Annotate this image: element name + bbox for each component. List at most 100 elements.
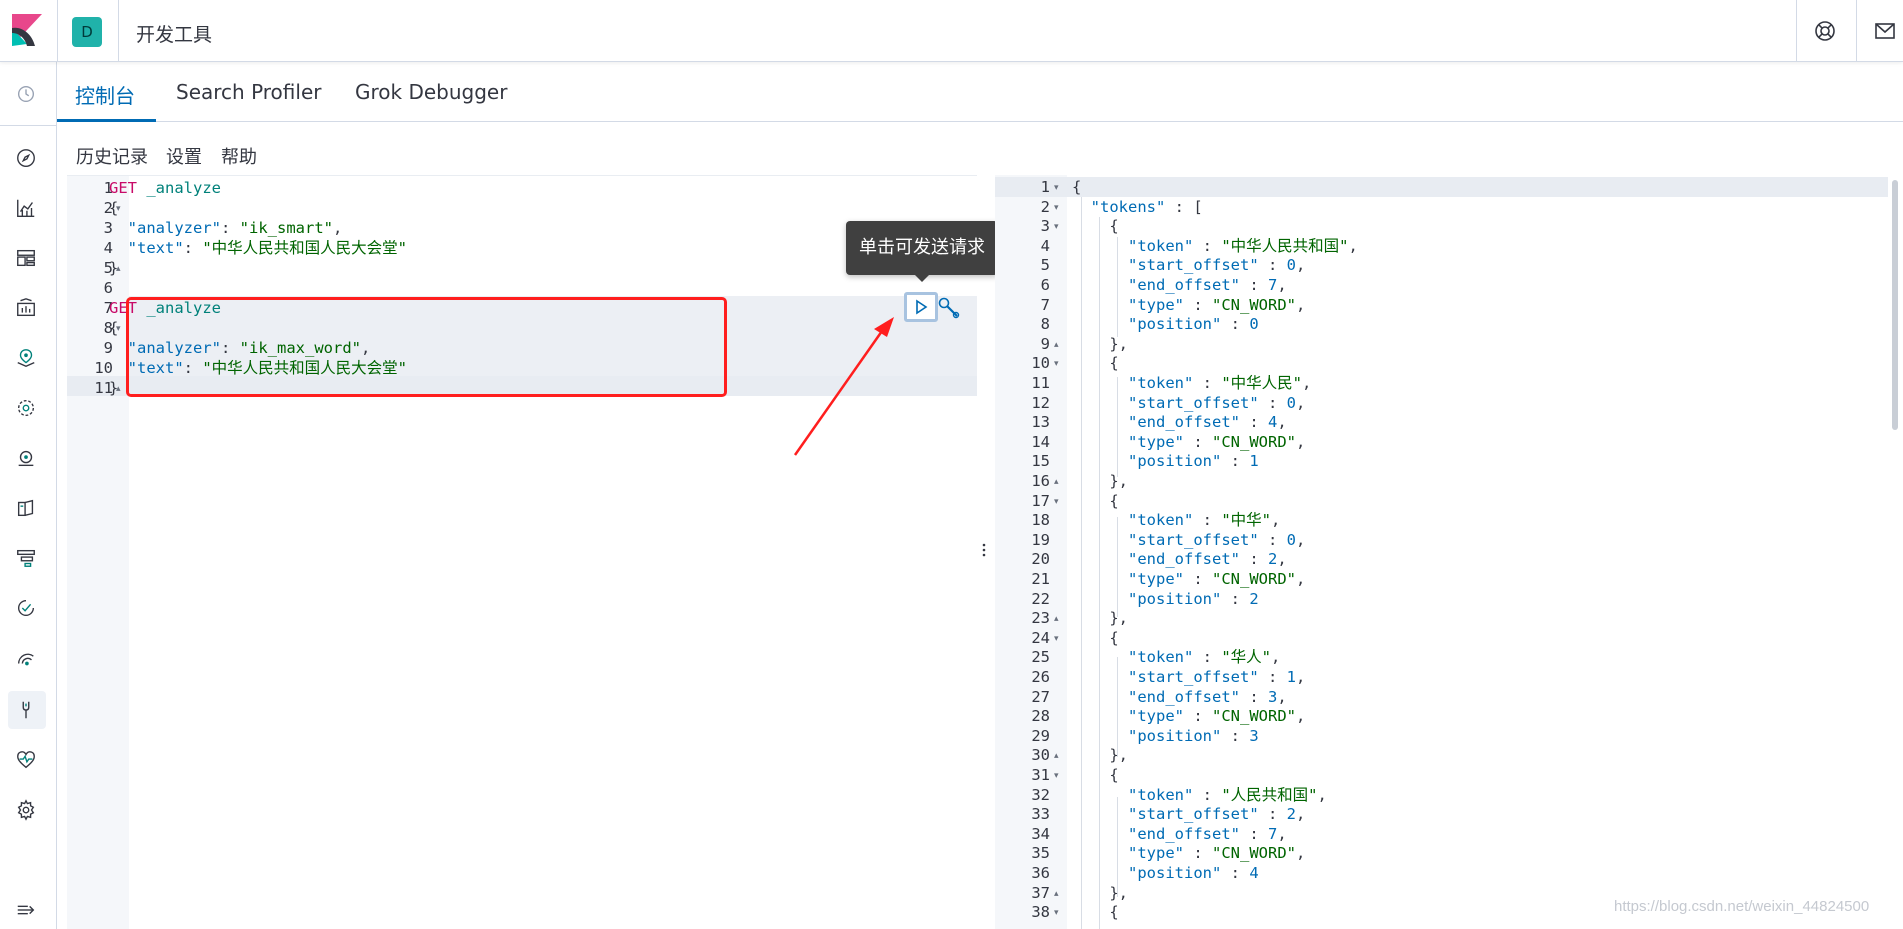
discover-compass-icon[interactable] bbox=[14, 146, 38, 170]
help-link[interactable]: 帮助 bbox=[221, 143, 257, 169]
code-token: : bbox=[1258, 256, 1287, 275]
fold-expanded-icon[interactable]: ▾ bbox=[1054, 216, 1064, 236]
code-token: , bbox=[1296, 432, 1306, 451]
code-token: : bbox=[1239, 687, 1268, 706]
collapse-menu-icon[interactable] bbox=[14, 898, 38, 922]
code-token: , bbox=[1317, 785, 1327, 804]
fold-expanded-icon[interactable]: ▾ bbox=[1054, 902, 1064, 922]
settings-link[interactable]: 设置 bbox=[166, 143, 202, 169]
code-line: "start_offset" : 0, bbox=[1072, 255, 1305, 275]
fold-collapse-end-icon[interactable]: ▴ bbox=[1054, 608, 1064, 628]
management-gear-icon[interactable] bbox=[14, 798, 38, 822]
send-request-button[interactable] bbox=[904, 292, 938, 322]
code-line: "token" : "人民共和国", bbox=[1072, 785, 1327, 805]
request-options-wrench-icon[interactable] bbox=[937, 296, 961, 320]
code-token: "position" bbox=[1128, 452, 1222, 471]
maps-icon[interactable] bbox=[14, 346, 38, 370]
line-number: 21 bbox=[1031, 570, 1050, 588]
space-avatar[interactable]: D bbox=[72, 17, 102, 47]
code-token: "人民共和国" bbox=[1221, 785, 1318, 804]
code-line: "end_offset" : 7, bbox=[1072, 275, 1287, 295]
fold-expanded-icon[interactable]: ▾ bbox=[1054, 177, 1064, 197]
history-link[interactable]: 历史记录 bbox=[76, 143, 148, 169]
fold-expanded-icon[interactable]: ▾ bbox=[1054, 353, 1064, 373]
logs-icon[interactable] bbox=[14, 496, 38, 520]
fold-expanded-icon[interactable]: ▾ bbox=[1054, 765, 1064, 785]
tab-search-profiler[interactable]: Search Profiler bbox=[176, 80, 321, 104]
top-header: D 开发工具 bbox=[0, 0, 1903, 62]
line-number: 35 bbox=[1031, 844, 1050, 863]
tab-grok-debugger[interactable]: Grok Debugger bbox=[355, 80, 507, 104]
code-token: , bbox=[1277, 824, 1287, 843]
line-number: 18 bbox=[1031, 511, 1050, 530]
breadcrumb-app-title: 开发工具 bbox=[136, 24, 213, 46]
canvas-icon[interactable] bbox=[14, 296, 38, 320]
visualize-chart-icon[interactable] bbox=[14, 196, 38, 220]
dashboard-icon[interactable] bbox=[14, 246, 38, 270]
recently-viewed-clock-icon[interactable] bbox=[14, 82, 38, 106]
infrastructure-icon[interactable] bbox=[14, 446, 38, 470]
code-token: "start_offset" bbox=[1128, 805, 1259, 824]
help-lifebuoy-icon[interactable] bbox=[1813, 19, 1837, 43]
dev-tools-wrench-icon[interactable] bbox=[14, 698, 38, 722]
code-token: { bbox=[1072, 354, 1119, 373]
code-token: : bbox=[183, 239, 203, 257]
mail-icon[interactable] bbox=[1873, 19, 1897, 43]
code-token: } bbox=[109, 379, 119, 397]
pane-resize-handle[interactable] bbox=[981, 540, 987, 560]
fold-collapse-end-icon[interactable]: ▴ bbox=[1054, 334, 1064, 354]
apm-icon[interactable] bbox=[14, 546, 38, 570]
code-token: : bbox=[1193, 511, 1222, 530]
code-line: { bbox=[1072, 491, 1119, 511]
monitoring-heartbeat-icon[interactable] bbox=[14, 748, 38, 772]
tab-bar: 控制台 Search Profiler Grok Debugger bbox=[57, 62, 1903, 122]
header-divider bbox=[1796, 0, 1797, 62]
code-line: { bbox=[109, 318, 118, 338]
fold-collapse-end-icon[interactable]: ▴ bbox=[1054, 471, 1064, 491]
response-output[interactable]: 1 ▾{2 ▾ "tokens" : [3 ▾ {4 "token" : "中华人民共… bbox=[995, 175, 1888, 929]
code-token: "type" bbox=[1128, 432, 1184, 451]
code-token: , bbox=[333, 219, 343, 237]
line-number: 29 bbox=[1031, 726, 1050, 745]
line-number: 7 bbox=[1040, 295, 1050, 314]
line-number: 3 bbox=[103, 219, 113, 237]
code-token: { bbox=[1072, 491, 1119, 510]
code-token: , bbox=[1348, 236, 1358, 255]
fold-collapse-end-icon[interactable]: ▴ bbox=[1054, 745, 1064, 765]
fold-expanded-icon[interactable]: ▾ bbox=[1054, 491, 1064, 511]
line-number: 10 bbox=[94, 359, 113, 377]
kibana-logo-icon[interactable] bbox=[12, 14, 42, 46]
code-token: 0 bbox=[1286, 530, 1296, 549]
code-token: { bbox=[109, 199, 119, 217]
code-token: : bbox=[1184, 707, 1212, 726]
code-line: "token" : "中华人民", bbox=[1072, 373, 1311, 393]
output-scrollbar[interactable] bbox=[1892, 180, 1898, 430]
line-number: 24 bbox=[1031, 628, 1050, 647]
code-token: : bbox=[1184, 432, 1212, 451]
request-editor[interactable]: 1 GET _analyze 2 ▾{3 "analyzer": "ik_smart"… bbox=[67, 175, 977, 929]
fold-expanded-icon[interactable]: ▾ bbox=[1054, 197, 1064, 217]
line-number: 34 bbox=[1031, 824, 1050, 843]
siem-icon[interactable] bbox=[14, 646, 38, 670]
fold-expanded-icon[interactable]: ▾ bbox=[1054, 628, 1064, 648]
tab-console[interactable]: 控制台 bbox=[75, 80, 135, 109]
fold-collapse-end-icon[interactable]: ▴ bbox=[1054, 883, 1064, 903]
machine-learning-icon[interactable] bbox=[14, 396, 38, 420]
line-number: 14 bbox=[1031, 432, 1050, 451]
code-token: , bbox=[1271, 511, 1281, 530]
code-token: "end_offset" bbox=[1128, 824, 1240, 843]
code-line: "token" : "中华人民共和国", bbox=[1072, 236, 1358, 256]
uptime-icon[interactable] bbox=[14, 596, 38, 620]
code-token: 0 bbox=[1249, 315, 1259, 334]
code-line: "position" : 4 bbox=[1072, 863, 1259, 883]
